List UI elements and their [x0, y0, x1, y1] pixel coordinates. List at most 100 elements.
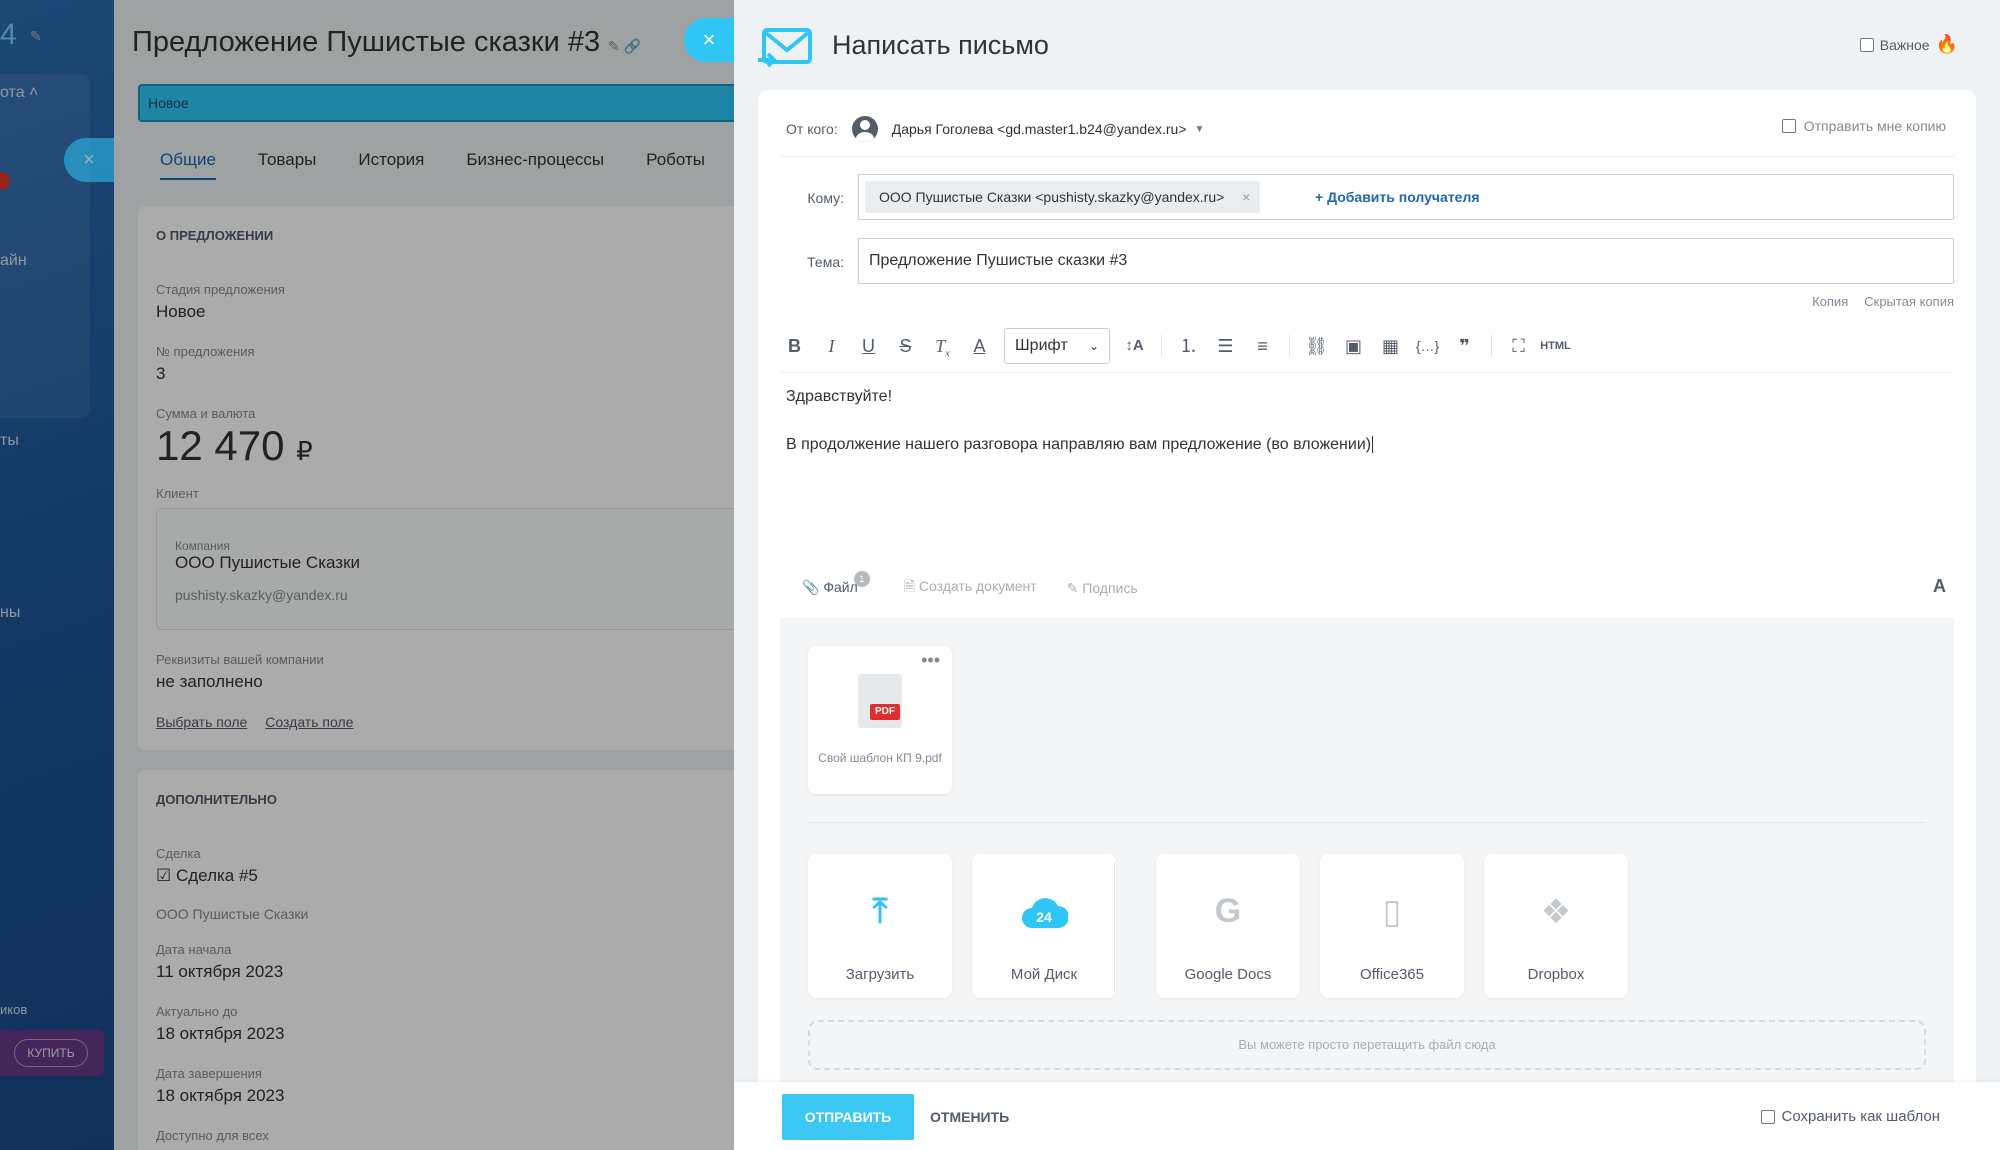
cc-link[interactable]: Копия: [1812, 294, 1848, 309]
compose-mail-slider: Написать письмо Важное 🔥 От кого: Дарья …: [734, 0, 2000, 1150]
to-field[interactable]: ООО Пушистые Сказки <pushisty.skazky@yan…: [858, 174, 1954, 220]
save-template-toggle[interactable]: Сохранить как шаблон: [1761, 1108, 1940, 1125]
signature-tab[interactable]: ✎ Подпись: [1067, 580, 1138, 597]
body-line[interactable]: В продолжение нашего разговора направляю…: [786, 436, 1374, 454]
footer-bar: ОТПРАВИТЬ ОТМЕНИТЬ Сохранить как шаблон: [734, 1082, 2000, 1150]
clear-format-icon[interactable]: Tx: [924, 328, 961, 364]
section-title: О ПРЕДЛОЖЕНИИ: [156, 228, 274, 243]
recipient-chip[interactable]: ООО Пушистые Сказки <pushisty.skazky@yan…: [865, 181, 1261, 213]
field-value: 11 октября 2023: [156, 962, 284, 981]
drop-zone[interactable]: Вы можете просто перетащить файл сюда: [808, 1020, 1926, 1070]
page-title: Предложение Пушистые сказки #3: [132, 26, 601, 58]
from-selector[interactable]: Дарья Гоголева <gd.master1.b24@yandex.ru…: [892, 121, 1187, 137]
field-label: Стадия предложения: [156, 282, 285, 297]
quote-icon[interactable]: ❞: [1446, 328, 1483, 364]
align-icon[interactable]: ≡: [1244, 328, 1281, 364]
upload-arrow-icon: ⤒: [872, 892, 888, 930]
attach-file-tab[interactable]: 📎 Файл1: [802, 571, 874, 597]
text-format-icon[interactable]: A: [1933, 576, 1946, 597]
font-select-label: Шрифт: [1015, 337, 1068, 354]
copy-me-checkbox[interactable]: [1781, 119, 1796, 133]
copy-me-toggle[interactable]: Отправить мне копию: [1781, 118, 1946, 134]
chevron-down-icon: ⌄: [1088, 339, 1099, 353]
attach-count-badge: 1: [853, 571, 870, 587]
link-icon[interactable]: ⛓: [1298, 328, 1335, 364]
tab-processes[interactable]: Бизнес-процессы: [466, 150, 604, 180]
client-box: Компания ООО Пушистые Сказки pushisty.sk…: [156, 508, 734, 630]
recipient-text: ООО Пушистые Сказки <pushisty.skazky@yan…: [879, 189, 1225, 205]
deal-value[interactable]: ☑ Сделка #5: [156, 866, 258, 886]
subject-input[interactable]: Предложение Пушистые сказки #3: [858, 238, 1954, 284]
code-icon[interactable]: {…}: [1409, 328, 1446, 364]
close-icon[interactable]: ×: [64, 138, 114, 182]
attach-tabs: 📎 Файл1 🗎 Создать документ ✎ Подпись: [802, 571, 1138, 600]
numbered-list-icon[interactable]: ⒈: [1170, 328, 1207, 364]
close-slider-button[interactable]: ×: [684, 18, 734, 62]
save-template-label: Сохранить как шаблон: [1781, 1108, 1940, 1125]
source-upload[interactable]: ⤒ Загрузить: [808, 854, 952, 998]
image-icon[interactable]: ▣: [1335, 328, 1372, 364]
bullet-list-icon[interactable]: ☰: [1207, 328, 1244, 364]
toolbar-separator: [1289, 335, 1290, 357]
company-name[interactable]: ООО Пушистые Сказки: [175, 553, 360, 573]
divider: [780, 372, 1954, 373]
compose-card: От кого: Дарья Гоголева <gd.master1.b24@…: [758, 90, 1976, 1150]
field-value: Новое: [156, 302, 206, 321]
html-mode-button[interactable]: HTML: [1537, 328, 1574, 364]
important-checkbox[interactable]: [1859, 37, 1874, 52]
section-title: ДОПОЛНИТЕЛЬНО: [156, 792, 277, 807]
field-label: Дата начала: [156, 942, 232, 957]
divider: [780, 156, 1954, 157]
choose-field-link[interactable]: Выбрать поле: [156, 714, 247, 730]
italic-icon[interactable]: I: [813, 328, 850, 364]
source-label: Office365: [1360, 966, 1424, 983]
cloud-24-icon: 24: [1022, 898, 1068, 928]
fullscreen-icon[interactable]: ⛶: [1500, 328, 1537, 364]
font-size-icon[interactable]: ↕A: [1116, 328, 1153, 364]
file-card[interactable]: ••• PDF Свой шаблон КП 9.pdf: [808, 646, 952, 794]
underline-icon[interactable]: U: [850, 328, 887, 364]
tab-history[interactable]: История: [358, 150, 424, 180]
save-template-checkbox[interactable]: [1761, 1109, 1776, 1124]
stage-bar[interactable]: Новое: [138, 84, 734, 122]
from-label: От кого:: [786, 121, 838, 137]
source-dropbox[interactable]: ❖ Dropbox: [1484, 854, 1628, 998]
copy-me-label: Отправить мне копию: [1803, 118, 1946, 134]
remove-icon[interactable]: ×: [1242, 181, 1250, 213]
tab-products[interactable]: Товары: [258, 150, 316, 180]
source-label: Загрузить: [845, 966, 915, 983]
divider: [808, 822, 1926, 823]
table-icon[interactable]: ▦: [1372, 328, 1409, 364]
strikethrough-icon[interactable]: S: [887, 328, 924, 364]
more-icon[interactable]: •••: [921, 650, 940, 671]
bcc-link[interactable]: Скрытая копия: [1864, 294, 1954, 309]
compose-title: Написать письмо: [832, 30, 1049, 60]
google-icon: G: [1214, 892, 1242, 930]
create-field-link[interactable]: Создать поле: [265, 714, 353, 730]
bold-icon[interactable]: B: [776, 328, 813, 364]
source-my-drive[interactable]: 24 Мой Диск: [972, 854, 1116, 998]
toolbar-separator: [1491, 335, 1492, 357]
add-recipient-link[interactable]: + Добавить получателя: [1315, 189, 1480, 205]
chevron-down-icon[interactable]: ▼: [1195, 124, 1205, 135]
font-select[interactable]: Шрифт ⌄: [1004, 328, 1110, 364]
source-office365[interactable]: ▯ Office365: [1320, 854, 1464, 998]
extra-card: ДОПОЛНИТЕЛЬНО Сделка ☑ Сделка #5 ООО Пуш…: [138, 770, 734, 1150]
tab-robots[interactable]: Роботы: [646, 150, 705, 180]
create-document-tab[interactable]: 🗎 Создать документ: [904, 576, 1037, 600]
field-value: 18 октября 2023: [156, 1086, 285, 1105]
sum-value: 12 470 ₽: [156, 422, 313, 469]
company-email[interactable]: pushisty.skazky@yandex.ru: [175, 587, 348, 603]
tab-general[interactable]: Общие: [160, 150, 216, 180]
send-button[interactable]: ОТПРАВИТЬ: [782, 1094, 914, 1140]
body-line[interactable]: Здравствуйте!: [786, 388, 892, 406]
field-label: Дата завершения: [156, 1066, 262, 1081]
important-toggle[interactable]: Важное 🔥: [1859, 34, 1958, 55]
text-color-icon[interactable]: A: [961, 328, 998, 364]
cancel-button[interactable]: ОТМЕНИТЬ: [930, 1094, 1009, 1140]
edit-link-icons[interactable]: ✎ 🔗: [608, 38, 641, 55]
toolbar-separator: [1161, 335, 1162, 357]
source-google-docs[interactable]: G Google Docs: [1156, 854, 1300, 998]
offer-page: Предложение Пушистые сказки #3 ✎ 🔗 Новое…: [114, 0, 734, 1150]
field-label: Актуально до: [156, 1004, 238, 1019]
